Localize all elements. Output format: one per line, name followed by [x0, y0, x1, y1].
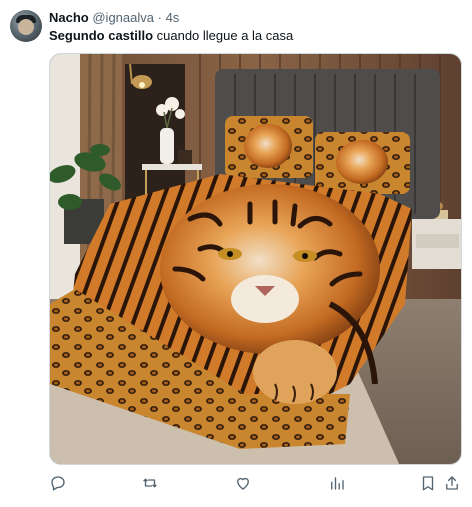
reply-button[interactable] [49, 474, 67, 492]
bookmark-button[interactable] [419, 474, 437, 492]
share-button[interactable] [443, 474, 461, 492]
views-button[interactable] [328, 474, 346, 492]
views-icon [331, 477, 344, 490]
retweet-button[interactable] [141, 474, 159, 492]
timestamp[interactable]: 4s [166, 10, 180, 25]
tweet-text-bold: Segundo castillo [49, 28, 154, 43]
like-button[interactable] [234, 474, 252, 492]
tweet-text-rest: cuando llegue a la casa [153, 28, 294, 43]
tweet: Nacho @ignaalva · 4s Segundo castillo cu… [0, 0, 472, 507]
bedroom-photo [50, 54, 461, 464]
tweet-header: Nacho @ignaalva · 4s [49, 10, 179, 26]
retweet-icon [143, 478, 157, 488]
separator-dot: · [157, 10, 162, 25]
share-icon [446, 476, 458, 490]
avatar[interactable] [10, 10, 42, 42]
action-bar [49, 474, 462, 494]
tweet-photo[interactable] [49, 53, 462, 465]
bookmark-icon [422, 476, 434, 491]
tweet-text: Segundo castillo cuando llegue a la casa [49, 28, 293, 44]
heart-icon [237, 477, 249, 490]
avatar-face-shape [18, 19, 34, 35]
display-name[interactable]: Nacho [49, 10, 89, 25]
reply-icon [51, 476, 65, 491]
user-handle[interactable]: @ignaalva [92, 10, 154, 25]
